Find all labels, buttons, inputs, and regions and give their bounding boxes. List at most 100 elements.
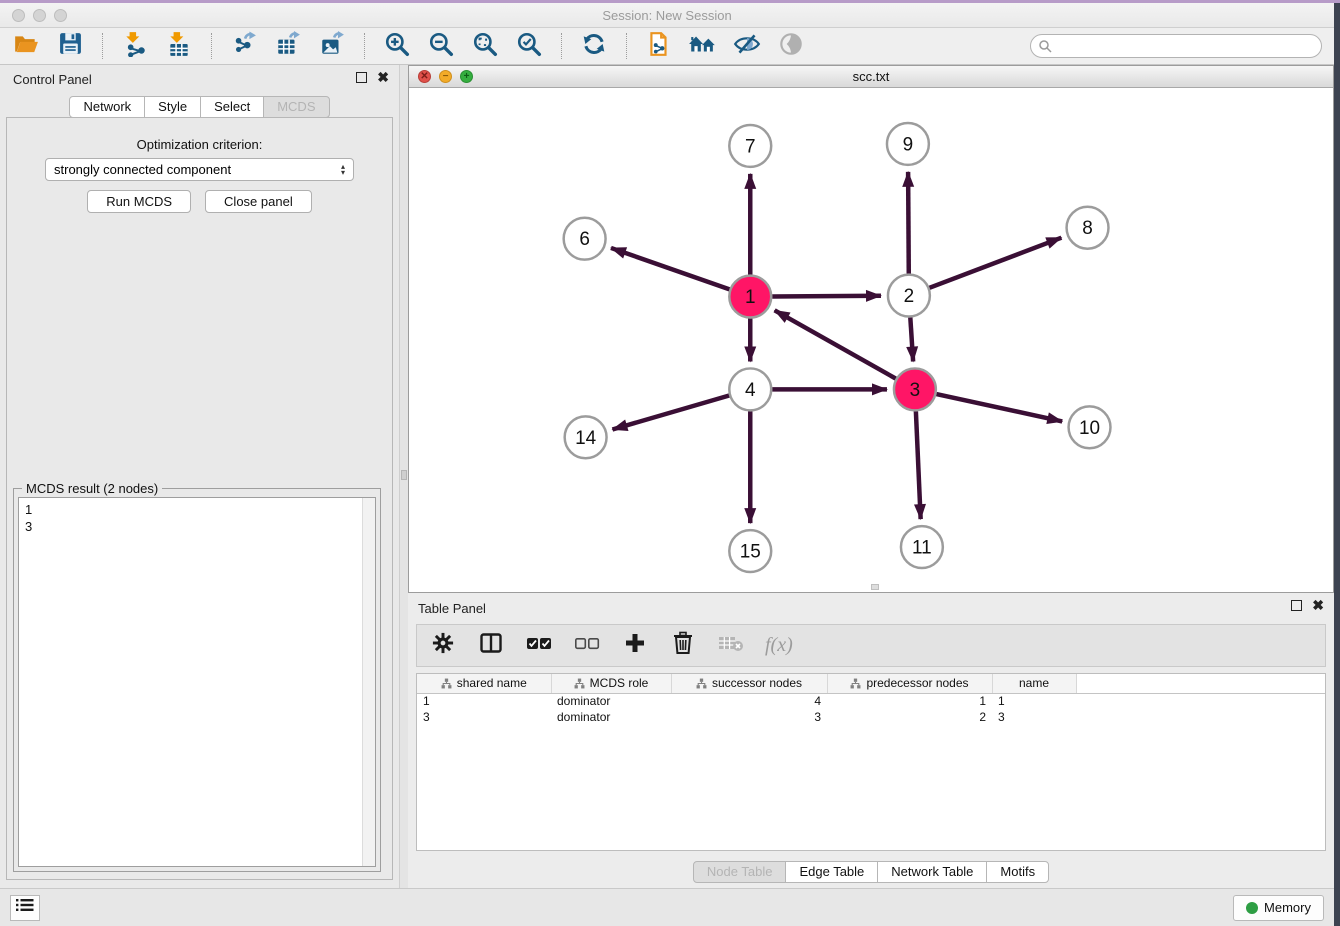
refresh-button[interactable] <box>580 32 608 60</box>
column-view-button[interactable] <box>477 632 505 660</box>
table-tabs: Node Table Edge Table Network Table Moti… <box>408 861 1334 883</box>
search-input[interactable] <box>1030 34 1322 58</box>
delete-column-button[interactable] <box>669 632 697 660</box>
float-panel-icon[interactable] <box>356 72 367 83</box>
memory-button[interactable]: Memory <box>1233 895 1324 921</box>
graph-edge-1-6[interactable] <box>611 248 730 289</box>
zoom-out-button[interactable] <box>427 32 455 60</box>
graph-node-label-14: 14 <box>575 428 596 449</box>
graph-edge-2-3[interactable] <box>910 318 913 362</box>
column-header-successor-nodes[interactable]: successor nodes <box>671 674 827 693</box>
cell-shared-name[interactable]: 3 <box>417 709 551 725</box>
cell-name[interactable]: 1 <box>992 693 1076 709</box>
graph-edge-3-1[interactable] <box>775 310 896 378</box>
graph-edge-4-14[interactable] <box>612 396 729 430</box>
result-scrollbar[interactable] <box>362 498 375 866</box>
open-session-button[interactable] <box>12 32 40 60</box>
graph-edge-3-11[interactable] <box>916 411 921 519</box>
graph-node-label-6: 6 <box>579 229 590 250</box>
delete-table-button[interactable] <box>717 632 745 660</box>
graph-edge-1-2[interactable] <box>772 296 881 297</box>
clone-network-button[interactable] <box>645 32 673 60</box>
table-panel-title: Table Panel <box>418 601 486 616</box>
zoom-selected-button[interactable] <box>515 32 543 60</box>
tab-motifs[interactable]: Motifs <box>986 861 1049 883</box>
close-panel-icon[interactable]: ✖ <box>1312 600 1324 611</box>
hide-button[interactable] <box>733 32 761 60</box>
export-network-button[interactable] <box>230 32 258 60</box>
cell-predecessor-nodes[interactable]: 1 <box>827 693 992 709</box>
toolbar-separator <box>561 33 562 59</box>
tab-network[interactable]: Network <box>69 96 145 118</box>
first-neighbors-button[interactable] <box>689 32 717 60</box>
graph-node-label-9: 9 <box>903 134 914 155</box>
zoom-in-button[interactable] <box>383 32 411 60</box>
show-button[interactable] <box>777 32 805 60</box>
import-table-button[interactable] <box>165 32 193 60</box>
tab-select[interactable]: Select <box>200 96 264 118</box>
network-canvas[interactable]: 7968124314101511 <box>409 88 1333 592</box>
column-header-shared-name[interactable]: shared name <box>417 674 551 693</box>
table-settings-button[interactable] <box>429 632 457 660</box>
panel-splitter[interactable] <box>400 65 408 888</box>
checked-boxes-icon <box>526 634 552 657</box>
run-mcds-button[interactable]: Run MCDS <box>87 190 191 213</box>
zoom-fit-button[interactable] <box>471 32 499 60</box>
save-session-button[interactable] <box>56 32 84 60</box>
column-header-predecessor-nodes[interactable]: predecessor nodes <box>827 674 992 693</box>
split-view-icon <box>479 631 503 660</box>
canvas-splitter-handle[interactable] <box>871 584 879 590</box>
export-table-button[interactable] <box>274 32 302 60</box>
column-header-mcds-role[interactable]: MCDS role <box>551 674 671 693</box>
float-panel-icon[interactable] <box>1291 600 1302 611</box>
graph-edge-2-9[interactable] <box>908 172 909 274</box>
unchecked-boxes-icon <box>574 634 600 657</box>
cell-successor-nodes[interactable]: 4 <box>671 693 827 709</box>
cell-name[interactable]: 3 <box>992 709 1076 725</box>
cell-shared-name[interactable]: 1 <box>417 693 551 709</box>
task-history-button[interactable] <box>10 895 40 921</box>
function-builder-button[interactable]: f(x) <box>765 634 793 657</box>
graph-edge-3-10[interactable] <box>936 394 1062 421</box>
close-panel-button[interactable]: Close panel <box>205 190 312 213</box>
titlebar: Session: New Session <box>0 3 1334 28</box>
graph-edge-2-8[interactable] <box>929 238 1061 288</box>
graph-node-label-7: 7 <box>745 136 756 157</box>
memory-status-icon <box>1246 902 1258 914</box>
trash-icon <box>672 631 694 660</box>
tab-network-table[interactable]: Network Table <box>877 861 987 883</box>
tab-node-table[interactable]: Node Table <box>693 861 787 883</box>
export-image-icon <box>319 31 345 62</box>
shared-column-icon <box>696 678 707 689</box>
tab-edge-table[interactable]: Edge Table <box>785 861 878 883</box>
cell-successor-nodes[interactable]: 3 <box>671 709 827 725</box>
cell-mcds-role[interactable]: dominator <box>551 693 671 709</box>
control-panel-tabs: Network Style Select MCDS <box>0 96 399 118</box>
network-graph[interactable]: 7968124314101511 <box>409 88 1333 592</box>
cell-mcds-role[interactable]: dominator <box>551 709 671 725</box>
mcds-result-box: MCDS result (2 nodes) 1 3 <box>13 488 381 872</box>
import-network-icon <box>122 31 148 62</box>
table-row[interactable]: 1 dominator 4 1 1 <box>417 693 1325 709</box>
close-panel-icon[interactable]: ✖ <box>377 72 389 83</box>
add-column-button[interactable] <box>621 632 649 660</box>
cell-predecessor-nodes[interactable]: 2 <box>827 709 992 725</box>
gear-icon <box>432 632 454 659</box>
deselect-all-button[interactable] <box>573 632 601 660</box>
optimization-select[interactable]: strongly connected component ▴▾ <box>45 158 354 181</box>
export-network-icon <box>231 31 257 62</box>
mcds-panel: Optimization criterion: strongly connect… <box>6 117 393 880</box>
tab-style[interactable]: Style <box>144 96 201 118</box>
tab-mcds[interactable]: MCDS <box>263 96 329 118</box>
column-header-name[interactable]: name <box>992 674 1076 693</box>
import-network-button[interactable] <box>121 32 149 60</box>
main-area: Control Panel ✖ Network Style Select MCD… <box>0 65 1334 888</box>
graph-node-label-3: 3 <box>910 380 921 401</box>
splitter-handle[interactable] <box>401 470 407 480</box>
export-image-button[interactable] <box>318 32 346 60</box>
status-bar: Memory <box>0 888 1334 926</box>
select-all-button[interactable] <box>525 632 553 660</box>
table-row[interactable]: 3 dominator 3 2 3 <box>417 709 1325 725</box>
mcds-result-text[interactable]: 1 3 <box>18 497 376 867</box>
graph-node-label-10: 10 <box>1079 418 1100 439</box>
